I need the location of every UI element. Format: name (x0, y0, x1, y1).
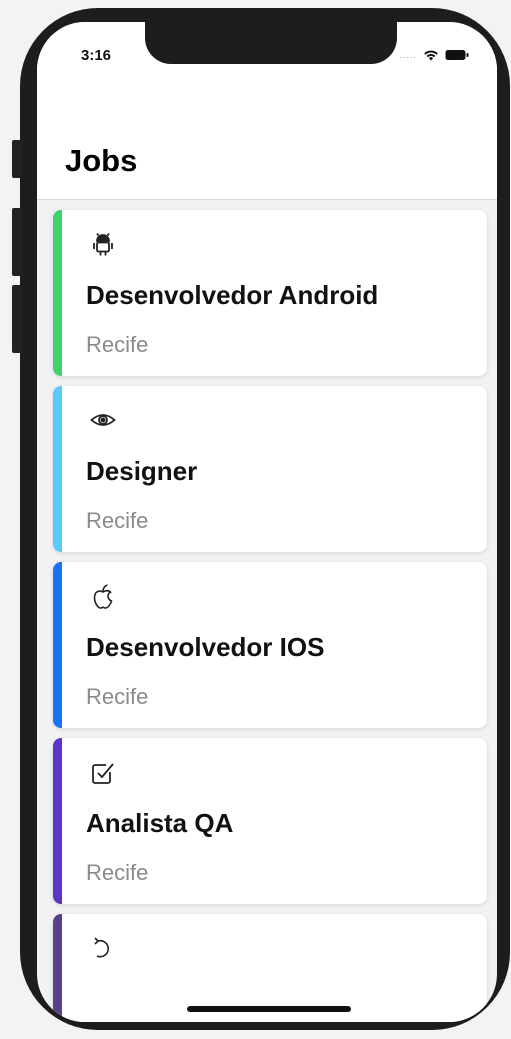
job-card[interactable]: Designer Recife (53, 386, 487, 552)
job-title: Analista QA (86, 808, 234, 838)
job-card[interactable]: Analista QA Recife (53, 738, 487, 904)
job-city: Recife (86, 684, 149, 709)
status-time: 3:16 (81, 47, 112, 64)
signal-dots: ..... (399, 50, 417, 60)
card-accent-bar (53, 738, 62, 904)
job-list: Desenvolvedor Android Recife Designer Re… (53, 210, 487, 1022)
wifi-icon (423, 49, 439, 61)
job-city: Recife (86, 860, 149, 885)
card-accent-bar (53, 914, 62, 1022)
refresh-icon (90, 934, 116, 962)
volume-down-button (12, 285, 22, 353)
home-indicator[interactable] (187, 1006, 351, 1012)
phone-screen: Jobs 3:16 ..... Desenvolvedor Android Re… (37, 22, 497, 1022)
job-card[interactable]: Desenvolvedor IOS Recife (53, 562, 487, 728)
card-accent-bar (53, 210, 62, 376)
job-card[interactable]: Desenvolvedor Android Recife (53, 210, 487, 376)
card-accent-bar (53, 562, 62, 728)
battery-icon (445, 49, 469, 61)
job-title: Desenvolvedor Android (86, 280, 379, 310)
apple-icon (90, 582, 116, 610)
job-city: Recife (86, 332, 149, 357)
checkbox-icon (90, 758, 116, 786)
volume-up-button (12, 208, 22, 276)
mute-switch (12, 140, 22, 178)
job-title: Desenvolvedor IOS (86, 632, 325, 662)
android-icon (90, 230, 116, 258)
notch (145, 22, 397, 64)
eye-icon (90, 406, 116, 434)
card-accent-bar (53, 386, 62, 552)
job-title: Designer (86, 456, 198, 486)
page-title: Jobs (65, 143, 138, 178)
job-city: Recife (86, 508, 149, 533)
status-indicators: ..... (399, 49, 469, 61)
